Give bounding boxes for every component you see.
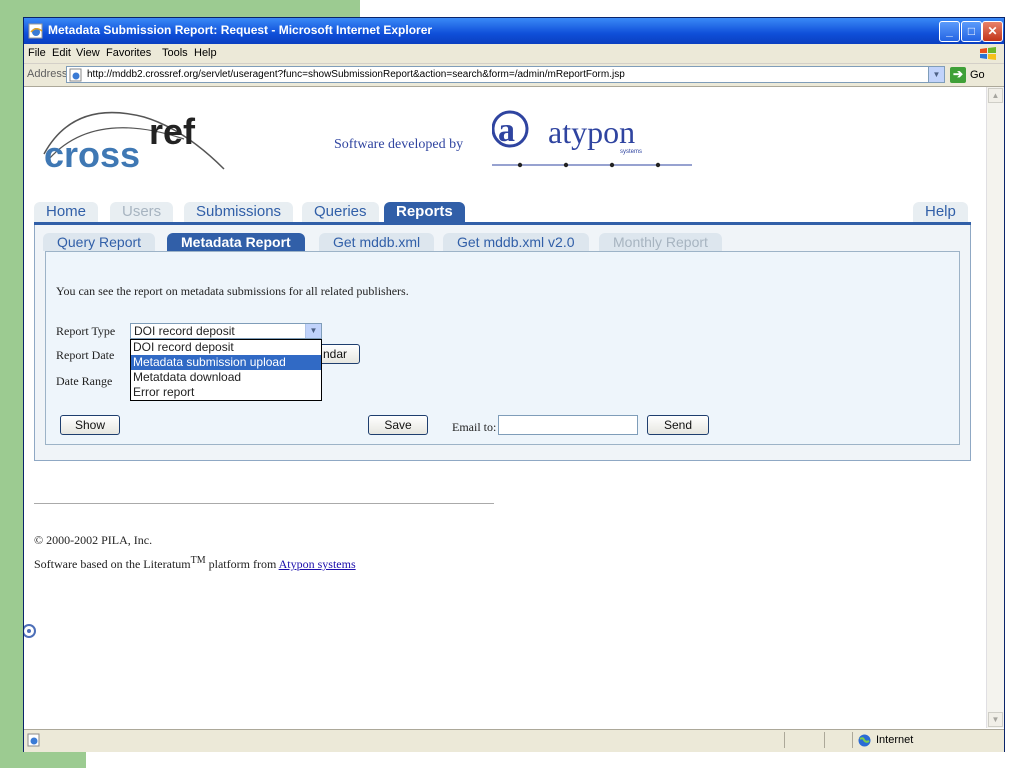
subtab-get-mddb[interactable]: Get mddb.xml — [319, 233, 435, 251]
scroll-up-icon[interactable]: ▲ — [988, 88, 1003, 103]
software-developed-by: Software developed by — [334, 137, 464, 152]
option-doi-record-deposit[interactable]: DOI record deposit — [131, 340, 321, 355]
menu-bar: File Edit View Favorites Tools Help — [24, 44, 1004, 64]
footer-divider — [34, 503, 494, 504]
copyright: © 2000-2002 PILA, Inc. — [34, 533, 153, 547]
software-based-note: Software based on the LiteratumTM platfo… — [34, 555, 356, 572]
calendar-button-label: ndar — [322, 347, 347, 361]
menu-favorites[interactable]: Favorites — [106, 47, 151, 59]
subtab-query-report[interactable]: Query Report — [43, 233, 156, 251]
windows-flag-icon — [980, 47, 996, 60]
report-date-label: Report Date — [56, 348, 115, 362]
menu-edit[interactable]: Edit — [52, 47, 71, 59]
scroll-down-icon[interactable]: ▼ — [988, 712, 1003, 727]
vertical-scrollbar[interactable]: ▲ ▼ — [986, 87, 1004, 728]
circle-bullet-icon — [24, 624, 36, 638]
svg-text:ref: ref — [149, 111, 196, 152]
status-divider — [824, 732, 825, 748]
status-bar: Internet — [24, 729, 1004, 752]
minimize-button[interactable]: _ — [939, 21, 960, 42]
option-error-report[interactable]: Error report — [131, 385, 321, 400]
main-nav: Home Users Submissions Queries Reports H… — [34, 202, 971, 222]
menu-view[interactable]: View — [76, 47, 100, 59]
security-zone: Internet — [876, 734, 914, 746]
email-label: Email to: — [452, 420, 497, 434]
option-metadata-submission-upload[interactable]: Metadata submission upload — [131, 355, 321, 370]
tab-reports[interactable]: Reports — [384, 202, 465, 222]
svg-text:systems: systems — [620, 149, 642, 155]
show-button[interactable]: Show — [60, 415, 120, 435]
address-field[interactable]: http://mddb2.crossref.org/servlet/userag… — [66, 66, 945, 83]
page-icon — [69, 68, 82, 82]
close-button[interactable]: ✕ — [982, 21, 1003, 42]
chevron-down-icon[interactable]: ▼ — [305, 324, 321, 338]
menu-file[interactable]: File — [28, 47, 46, 59]
address-url: http://mddb2.crossref.org/servlet/userag… — [87, 69, 625, 80]
subtab-metadata-report[interactable]: Metadata Report — [167, 233, 305, 251]
send-button[interactable]: Send — [647, 415, 709, 435]
subtab-get-mddb-v2[interactable]: Get mddb.xml v2.0 — [443, 233, 589, 251]
report-type-dropdown[interactable]: DOI record deposit Metadata submission u… — [130, 339, 322, 401]
svg-text:a: a — [498, 112, 515, 149]
address-dropdown-icon[interactable]: ▼ — [928, 67, 944, 82]
option-metadata-download[interactable]: Metatdata download — [131, 370, 321, 385]
tab-users[interactable]: Users — [110, 202, 174, 222]
svg-text:atypon: atypon — [548, 114, 635, 150]
go-arrow-icon[interactable]: ➔ — [950, 67, 966, 83]
atypon-link[interactable]: Atypon systems — [279, 557, 356, 571]
page-status-icon — [27, 733, 40, 747]
save-button[interactable]: Save — [368, 415, 428, 435]
ie-page-icon — [28, 23, 43, 39]
go-button[interactable]: Go — [970, 69, 985, 81]
window-title: Metadata Submission Report: Request - Mi… — [48, 23, 433, 37]
status-divider — [784, 732, 785, 748]
trademark-mark: TM — [190, 555, 206, 566]
report-form: You can see the report on metadata submi… — [45, 251, 960, 445]
maximize-button[interactable]: □ — [961, 21, 982, 42]
atypon-logo: a atypon systems — [492, 110, 692, 168]
globe-icon — [858, 734, 871, 747]
address-bar: Address http://mddb2.crossref.org/servle… — [24, 64, 1004, 87]
form-intro: You can see the report on metadata submi… — [56, 284, 409, 298]
crossref-logo: cross ref — [43, 111, 225, 174]
report-type-select[interactable]: DOI record deposit ▼ — [130, 323, 322, 339]
reports-panel: Query Report Metadata Report Get mddb.xm… — [34, 225, 971, 461]
address-label: Address — [27, 68, 68, 80]
platform-from: platform from — [205, 557, 279, 571]
report-type-label: Report Type — [56, 324, 116, 338]
report-type-value: DOI record deposit — [134, 324, 235, 338]
title-bar[interactable]: Metadata Submission Report: Request - Mi… — [24, 18, 1004, 44]
background-strip-top — [0, 0, 360, 18]
page-content: cross ref Software developed by a atypon… — [24, 87, 986, 728]
tab-help[interactable]: Help — [913, 202, 968, 222]
tab-home[interactable]: Home — [34, 202, 99, 222]
menu-tools[interactable]: Tools — [162, 47, 188, 59]
subtab-monthly-report[interactable]: Monthly Report — [599, 233, 722, 251]
date-range-label: Date Range — [56, 374, 113, 388]
background-strip-left — [0, 0, 24, 768]
browser-window: Metadata Submission Report: Request - Mi… — [24, 18, 1004, 752]
status-divider — [852, 732, 853, 748]
menu-help[interactable]: Help — [194, 47, 217, 59]
tab-submissions[interactable]: Submissions — [184, 202, 294, 222]
software-based-prefix: Software based on the Literatum — [34, 557, 191, 571]
svg-text:cross: cross — [44, 134, 140, 174]
tab-queries[interactable]: Queries — [302, 202, 379, 222]
email-field[interactable] — [498, 415, 638, 435]
